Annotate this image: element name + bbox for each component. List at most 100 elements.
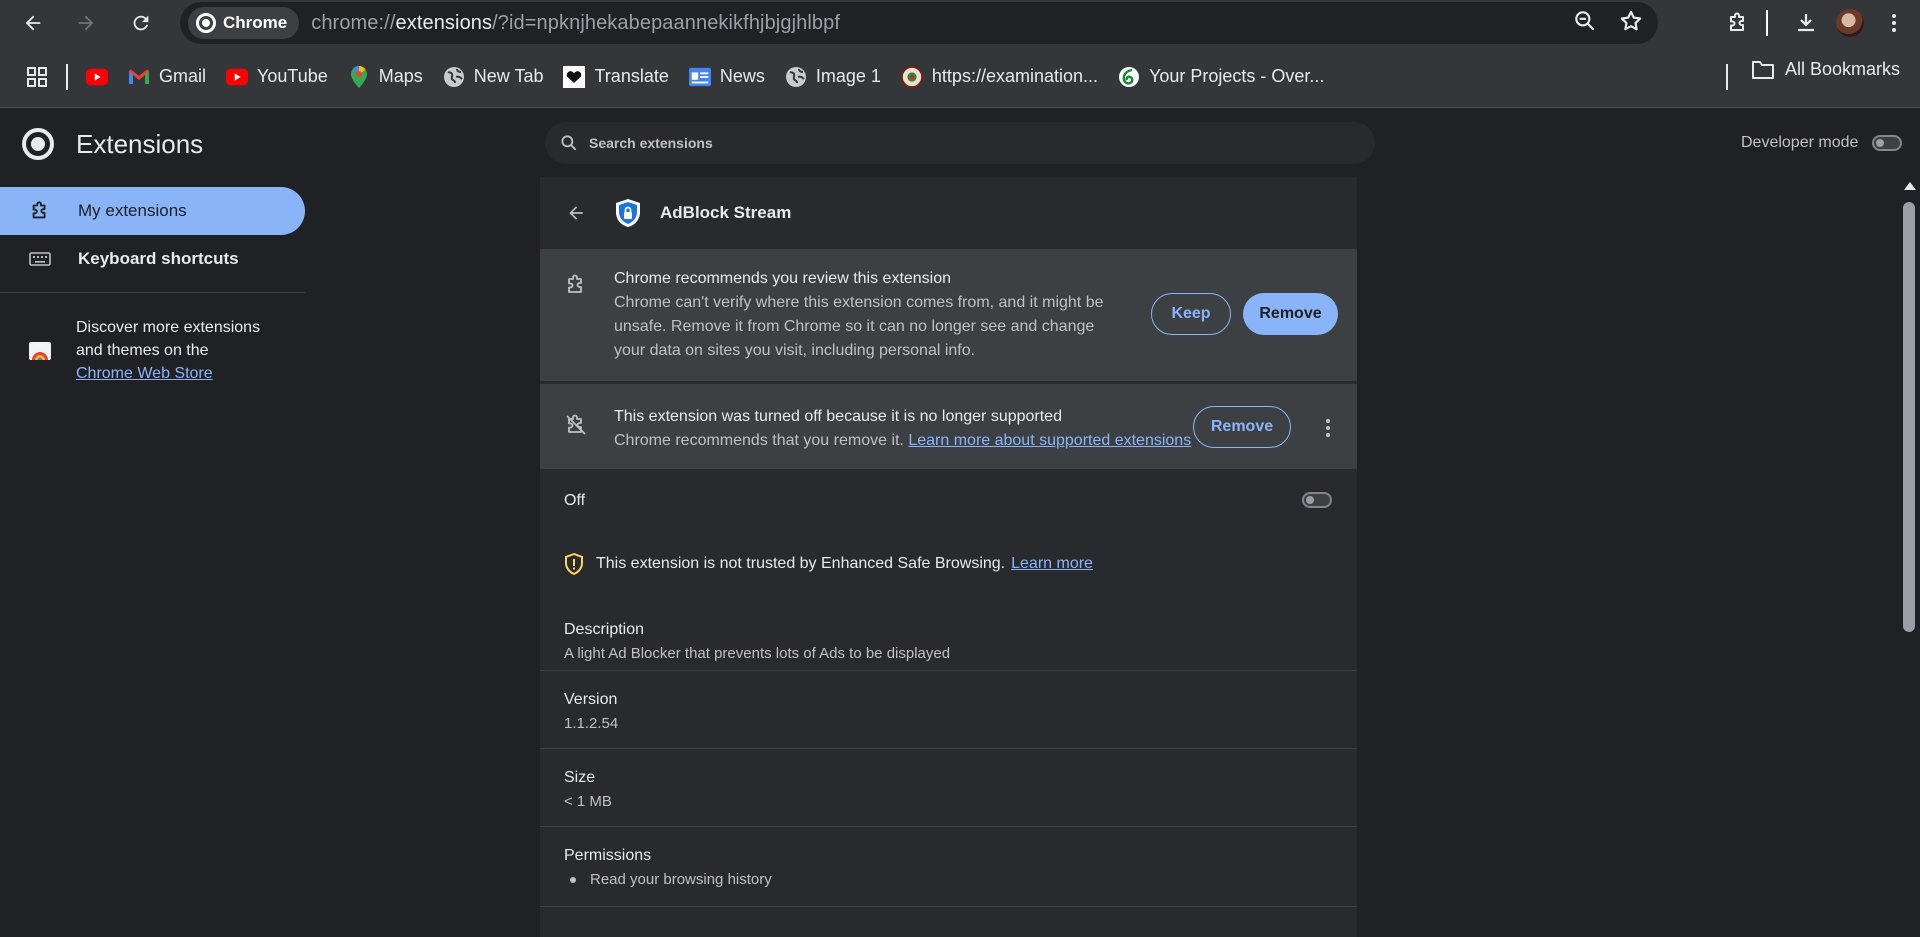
folder-icon: [1751, 60, 1774, 79]
chrome-web-store-icon: [29, 342, 51, 360]
keyboard-icon: [28, 247, 52, 271]
globe-icon: [785, 66, 807, 88]
downloads-button[interactable]: [1784, 3, 1828, 43]
unsupported-warning-body: Chrome recommends that you remove it. Le…: [614, 429, 1191, 453]
size-section: Size < 1 MB: [540, 749, 1357, 827]
description-heading: Description: [564, 621, 645, 638]
zoom-icon[interactable]: [1572, 8, 1598, 34]
chip-label: Chrome: [223, 13, 288, 32]
scrollbar-thumb[interactable]: [1903, 202, 1915, 632]
discover-more-section: Discover more extensions and themes on t…: [28, 316, 288, 385]
heart-icon: [563, 65, 586, 88]
learn-more-supported-link[interactable]: Learn more about supported extensions: [908, 432, 1191, 449]
profile-button[interactable]: [1828, 3, 1872, 43]
safe-browsing-text: This extension is not trusted by Enhance…: [596, 555, 1006, 572]
youtube-icon: [226, 66, 249, 88]
sidebar-item-my-extensions[interactable]: My extensions: [0, 187, 305, 235]
url-rest: /?id=npknjhekabepaannekikfhjbjgjhlbpf: [492, 11, 840, 34]
version-value: 1.1.2.54: [564, 715, 619, 732]
bookmark-item[interactable]: Translate: [553, 59, 678, 95]
all-bookmarks-button[interactable]: All Bookmarks: [1751, 59, 1900, 80]
toolbar-right-actions: [1716, 0, 1920, 46]
browser-toolbar: Chrome chrome://extensions/?id=npknjheka…: [0, 0, 1920, 46]
developer-mode-label: Developer mode: [1741, 134, 1859, 151]
arrow-right-icon: [78, 15, 94, 31]
bookmark-item[interactable]: Maps: [338, 59, 433, 95]
description-value: A light Ad Blocker that prevents lots of…: [564, 645, 951, 662]
scroll-up-arrow-icon[interactable]: [1904, 182, 1916, 190]
review-warning-title: Chrome recommends you review this extens…: [614, 270, 952, 287]
avatar: [1836, 9, 1864, 37]
keep-button[interactable]: Keep: [1151, 293, 1231, 335]
extensions-header: Extensions: [22, 128, 203, 160]
back-button[interactable]: [13, 3, 53, 43]
extensions-button[interactable]: [1716, 3, 1760, 43]
arrow-left-icon: [25, 15, 41, 31]
more-actions-icon[interactable]: [1326, 419, 1330, 440]
bookmark-star-icon[interactable]: [1618, 8, 1644, 34]
page-title: Extensions: [76, 128, 204, 159]
bookmark-label: Gmail: [159, 66, 207, 86]
sidebar-divider: [0, 292, 305, 293]
version-heading: Version: [564, 691, 618, 708]
card-header: AdBlock Stream: [540, 177, 1357, 249]
remove-button[interactable]: Remove: [1243, 293, 1338, 335]
chrome-logo-icon: [196, 13, 216, 33]
gmail-icon: [128, 66, 150, 88]
bookmark-label: https://examination...: [931, 66, 1099, 86]
discover-text: Discover more extensions and themes on t…: [76, 316, 288, 385]
review-warning-body: Chrome can't verify where this extension…: [614, 294, 1104, 359]
kebab-menu-icon: [1892, 14, 1896, 32]
sidebar-item-keyboard-shortcuts[interactable]: Keyboard shortcuts: [0, 235, 305, 283]
back-to-list-button[interactable]: [564, 201, 588, 225]
bookmark-item[interactable]: Image 1: [775, 59, 891, 95]
forward-button[interactable]: [66, 3, 106, 43]
reload-icon: [133, 15, 149, 31]
bookmark-label: Translate: [594, 66, 669, 86]
chrome-web-store-link[interactable]: Chrome Web Store: [76, 365, 213, 382]
size-heading: Size: [564, 769, 596, 786]
bookmark-item[interactable]: Your Projects - Over...: [1108, 59, 1334, 95]
arrow-left-icon: [569, 206, 583, 220]
unsupported-warning-title: This extension was turned off because it…: [614, 408, 1062, 425]
bookmark-item[interactable]: New Tab: [433, 59, 554, 95]
adblock-shield-icon: [616, 199, 640, 227]
bookmark-item[interactable]: https://examination...: [891, 59, 1108, 95]
puzzle-icon: [28, 199, 52, 223]
developer-mode-toggle[interactable]: [1872, 135, 1903, 151]
bookmark-item[interactable]: YouTube: [216, 59, 338, 95]
bookmarks-divider: [1726, 64, 1728, 90]
learn-more-link[interactable]: Learn more: [1011, 555, 1093, 573]
discover-description: Discover more extensions and themes on t…: [76, 319, 261, 359]
extension-detail-card: AdBlock Stream Chrome recommends you rev…: [540, 177, 1357, 937]
bookmark-item[interactable]: Gmail: [118, 59, 216, 95]
sidebar-item-label: Keyboard shortcuts: [78, 249, 239, 268]
bookmark-label: New Tab: [473, 66, 544, 86]
unsupported-warning-banner: This extension was turned off because it…: [540, 384, 1357, 469]
version-section: Version 1.1.2.54: [540, 671, 1357, 749]
enable-status-label: Off: [564, 492, 586, 509]
remove-unsupported-button[interactable]: Remove: [1193, 406, 1291, 448]
sidebar-item-label: My extensions: [78, 201, 187, 220]
address-bar[interactable]: Chrome chrome://extensions/?id=npknjheka…: [180, 2, 1658, 44]
bookmark-label: YouTube: [257, 66, 328, 86]
toolbar-divider: [1766, 10, 1768, 36]
puzzle-icon: [568, 274, 582, 293]
search-icon: [561, 135, 577, 151]
site-info-chip[interactable]: Chrome: [188, 7, 300, 39]
apps-button[interactable]: [24, 59, 58, 95]
reload-button[interactable]: [121, 3, 161, 43]
extension-enable-toggle[interactable]: [1302, 492, 1332, 508]
menu-button[interactable]: [1872, 3, 1916, 43]
bookmark-item[interactable]: [76, 59, 118, 95]
bookmark-label: Your Projects - Over...: [1149, 66, 1325, 86]
bookmark-item[interactable]: News: [679, 59, 775, 95]
url-text[interactable]: chrome://extensions/?id=npknjhekabepaann…: [311, 12, 840, 35]
bullet-icon: [570, 876, 576, 883]
unsupported-warning-text: Chrome recommends that you remove it.: [614, 432, 904, 449]
search-extensions-field[interactable]: Search extensions: [545, 122, 1375, 164]
size-value: < 1 MB: [564, 793, 612, 810]
all-bookmarks-label: All Bookmarks: [1784, 59, 1900, 79]
extension-name: AdBlock Stream: [660, 203, 792, 222]
safe-browsing-notice: This extension is not trusted by Enhance…: [564, 553, 1093, 575]
